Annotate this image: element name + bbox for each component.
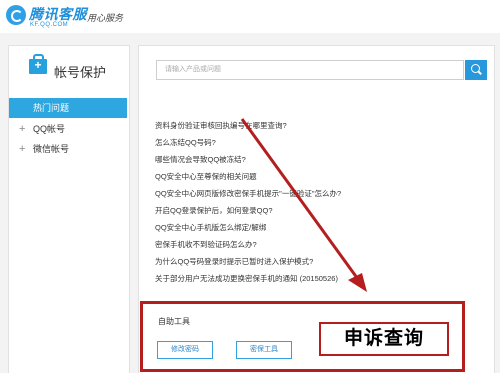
annotation-label: 申诉查询	[319, 322, 449, 356]
annotation-arrow	[240, 118, 367, 292]
